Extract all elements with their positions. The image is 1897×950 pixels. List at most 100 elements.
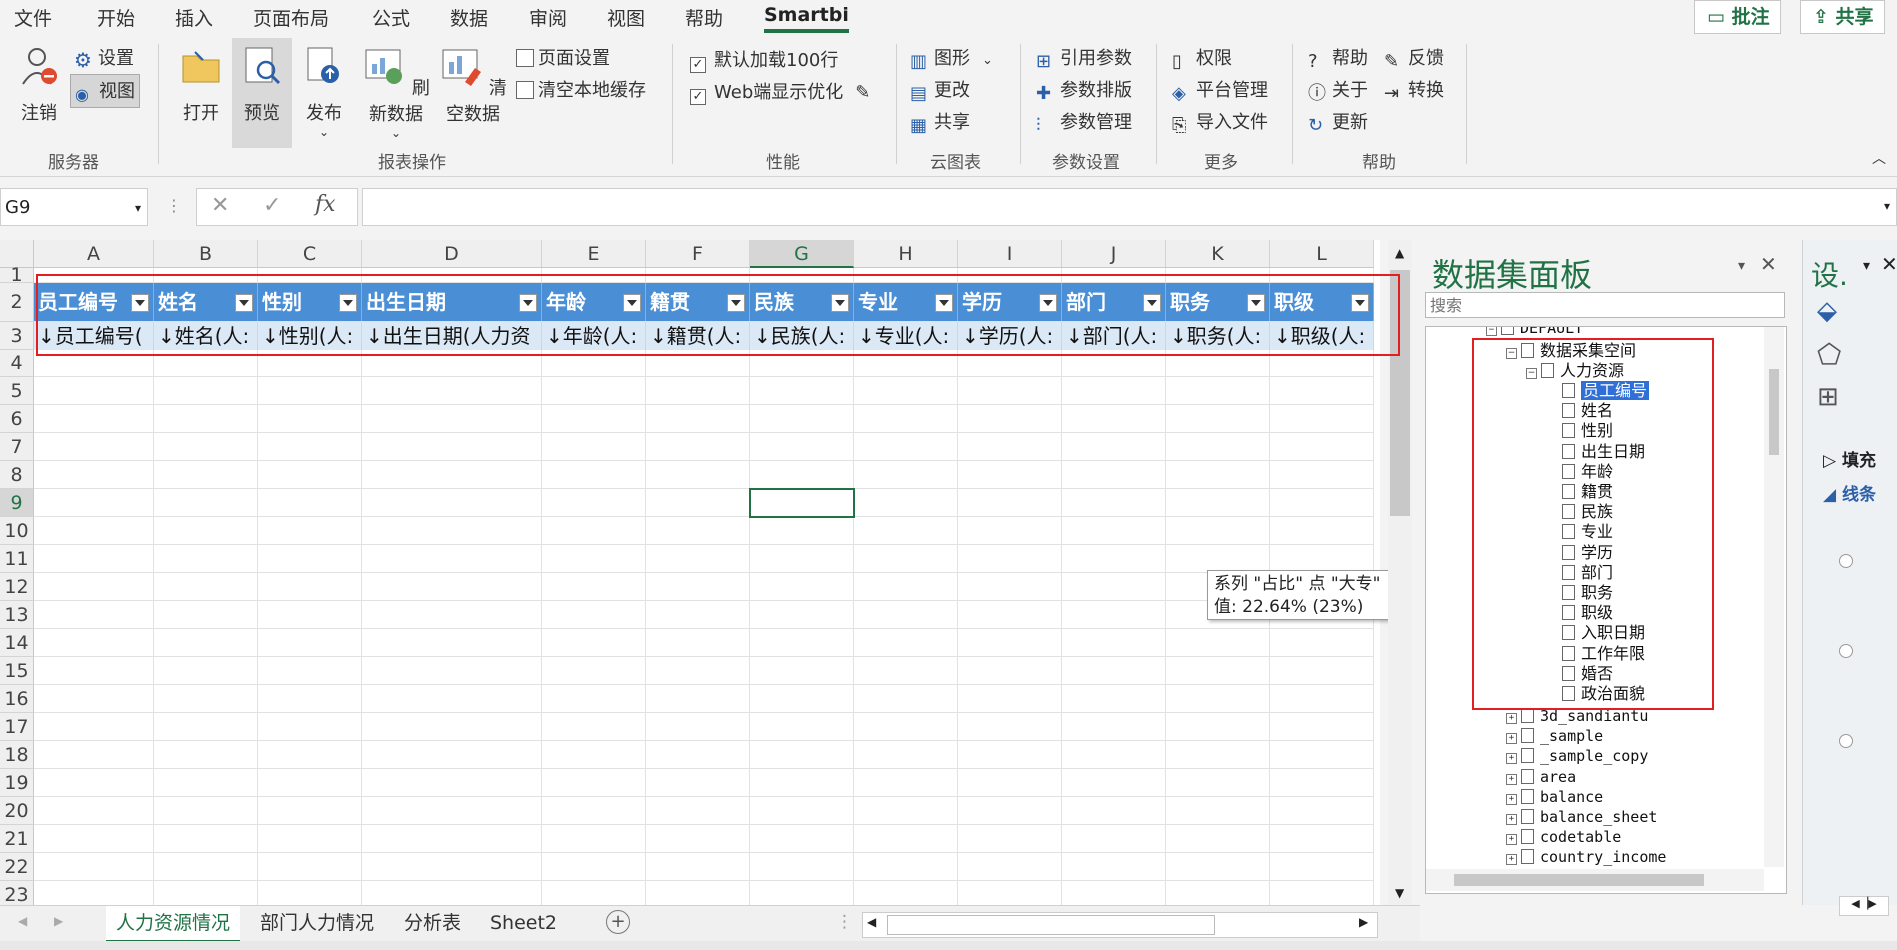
row-header-14[interactable]: 14	[0, 629, 34, 657]
row-header-4[interactable]: 4	[0, 350, 34, 377]
tab-sheet-analysis[interactable]: 分析表	[394, 906, 471, 940]
scroll-thumb[interactable]	[1454, 874, 1704, 886]
scroll-thumb[interactable]	[1769, 369, 1779, 455]
load-100-checkbox[interactable]: ✓ 默认加载100行	[690, 46, 838, 73]
menu-smartbi[interactable]: Smartbi	[764, 4, 849, 33]
row-header-1[interactable]: 1	[0, 266, 34, 285]
row-header-19[interactable]: 19	[0, 769, 34, 797]
feedback-button[interactable]: ✎ 反馈	[1384, 44, 1444, 72]
update-button[interactable]: ↻ 更新	[1308, 108, 1368, 136]
column-header-l[interactable]: L	[1270, 240, 1374, 268]
size-icon[interactable]: ⊞	[1817, 382, 1839, 412]
side-scroll-control[interactable]: ◀▕▶	[1839, 896, 1889, 916]
cloud-share-button[interactable]: ▦ 共享	[910, 108, 970, 136]
graph-button[interactable]: ▥ 图形 ⌄	[910, 44, 993, 72]
tab-sheet-hr[interactable]: 人力资源情况	[106, 906, 241, 943]
expand-icon[interactable]: +	[1506, 733, 1517, 745]
convert-button[interactable]: ⇥ 转换	[1384, 76, 1444, 104]
clear-cache-button[interactable]: 清空本地缓存	[516, 76, 646, 102]
menu-data[interactable]: 数据	[450, 4, 488, 31]
column-header-g[interactable]: G	[750, 240, 854, 268]
page-setup-button[interactable]: 页面设置	[516, 44, 610, 70]
column-header-i[interactable]: I	[958, 240, 1062, 268]
collapse-icon[interactable]: −	[1486, 327, 1497, 336]
reference-param-button[interactable]: ⊞ 引用参数	[1036, 44, 1132, 72]
hscroll-thumb[interactable]	[887, 915, 1215, 935]
tab-sheet-dept[interactable]: 部门人力情况	[250, 906, 384, 940]
add-sheet-icon[interactable]: +	[606, 910, 630, 934]
name-box[interactable]: G9 ▾	[0, 188, 148, 226]
refresh-data-button[interactable]: 刷新数据 ⌄	[358, 44, 434, 140]
tree-horizontal-scrollbar[interactable]	[1426, 869, 1764, 891]
menu-view[interactable]: 视图	[607, 4, 645, 31]
chevron-down-icon[interactable]: ▾	[135, 189, 141, 227]
scroll-right-icon[interactable]: ▶	[1359, 915, 1368, 929]
menu-page-layout[interactable]: 页面布局	[253, 4, 329, 31]
fill-bucket-icon[interactable]: ⬙	[1817, 296, 1837, 326]
row-header-21[interactable]: 21	[0, 825, 34, 853]
chevron-down-icon[interactable]: ▾	[1884, 199, 1890, 213]
column-header-f[interactable]: F	[646, 240, 750, 268]
row-header-11[interactable]: 11	[0, 545, 34, 573]
tab-sheet2[interactable]: Sheet2	[480, 906, 567, 940]
column-header-b[interactable]: B	[154, 240, 258, 268]
search-input[interactable]	[1425, 292, 1785, 318]
param-layout-button[interactable]: ✚ 参数排版	[1036, 76, 1132, 104]
tree-vertical-scrollbar[interactable]	[1764, 327, 1784, 867]
tree-table-item[interactable]: + balance	[1506, 788, 1603, 806]
comment-button[interactable]: ▭ 批注	[1694, 0, 1781, 34]
row-header-13[interactable]: 13	[0, 601, 34, 629]
row-header-17[interactable]: 17	[0, 713, 34, 741]
row-header-7[interactable]: 7	[0, 433, 34, 461]
expand-icon[interactable]: +	[1506, 854, 1517, 866]
platform-button[interactable]: ◈ 平台管理	[1172, 76, 1268, 104]
tree-table-item[interactable]: + country_income	[1506, 848, 1666, 866]
import-file-button[interactable]: ⎘ 导入文件	[1172, 108, 1268, 136]
close-icon[interactable]: ✕	[1881, 252, 1897, 276]
menu-insert[interactable]: 插入	[175, 4, 213, 31]
view-button[interactable]: ◉ 视图	[70, 74, 140, 108]
column-header-e[interactable]: E	[542, 240, 646, 268]
row-header-2[interactable]: 2	[0, 283, 34, 322]
radio-option[interactable]	[1839, 554, 1853, 568]
scroll-up-icon[interactable]: ▲	[1395, 246, 1404, 260]
permission-button[interactable]: ▯ 权限	[1172, 44, 1232, 72]
about-button[interactable]: ⓘ 关于	[1308, 76, 1368, 104]
column-header-d[interactable]: D	[362, 240, 542, 268]
clear-data-button[interactable]: 清空数据	[436, 44, 510, 126]
column-header-h[interactable]: H	[854, 240, 958, 268]
menu-home[interactable]: 开始	[97, 4, 135, 31]
confirm-icon[interactable]: ✓	[263, 193, 281, 218]
row-header-22[interactable]: 22	[0, 853, 34, 881]
settings-button[interactable]: ⚙ 设置	[74, 44, 134, 70]
column-header-j[interactable]: J	[1062, 240, 1166, 268]
expand-icon[interactable]: +	[1506, 773, 1517, 785]
horizontal-scrollbar[interactable]: ◀ ▶	[862, 912, 1378, 938]
column-header-c[interactable]: C	[258, 240, 362, 268]
row-header-8[interactable]: 8	[0, 461, 34, 489]
row-header-20[interactable]: 20	[0, 797, 34, 825]
tree-table-item[interactable]: + codetable	[1506, 828, 1621, 846]
row-header-12[interactable]: 12	[0, 573, 34, 601]
share-button[interactable]: ⇪ 共享	[1800, 0, 1885, 34]
scroll-left-icon[interactable]: ◀	[867, 915, 876, 929]
row-header-6[interactable]: 6	[0, 405, 34, 433]
tab-next-icon[interactable]: ▶	[54, 914, 63, 928]
radio-option[interactable]	[1839, 734, 1853, 748]
logout-button[interactable]: 注销	[14, 44, 64, 125]
expand-icon[interactable]: +	[1506, 713, 1517, 724]
formula-input[interactable]: ▾	[362, 188, 1897, 226]
menu-review[interactable]: 审阅	[529, 4, 567, 31]
radio-option[interactable]	[1839, 644, 1853, 658]
row-header-18[interactable]: 18	[0, 741, 34, 769]
tree-table-item[interactable]: + _sample_copy	[1506, 747, 1648, 765]
param-manage-button[interactable]: ⫶ 参数管理	[1036, 108, 1132, 136]
open-button[interactable]: 打开	[178, 44, 224, 125]
line-section[interactable]: ◢ 线条	[1823, 480, 1876, 505]
change-button[interactable]: ▤ 更改	[910, 76, 970, 104]
collapse-ribbon-icon[interactable]: ︿	[1872, 148, 1886, 168]
row-header-9[interactable]: 9	[0, 489, 34, 517]
menu-help[interactable]: 帮助	[685, 4, 723, 31]
fill-section[interactable]: ▷ 填充	[1823, 446, 1876, 471]
tree-table-item[interactable]: + balance_sheet	[1506, 808, 1657, 826]
